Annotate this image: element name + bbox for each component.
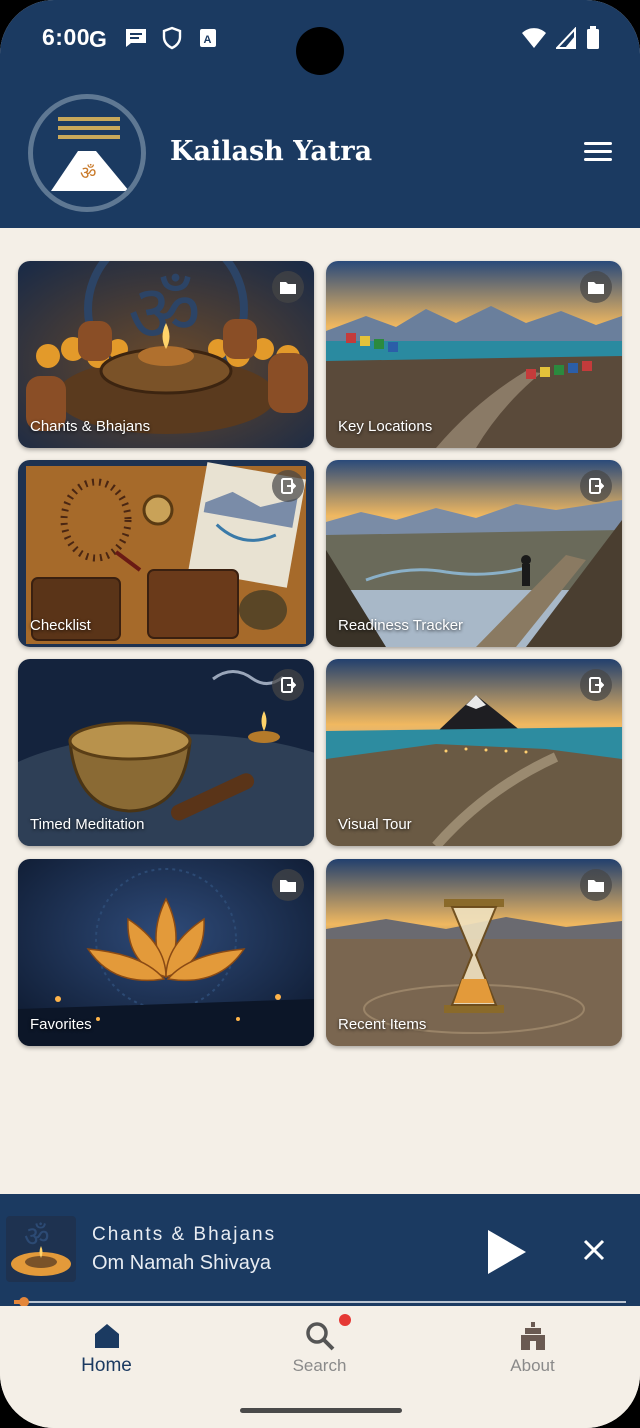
svg-text:G: G <box>89 26 107 50</box>
camera-cutout <box>296 27 344 75</box>
mini-player[interactable]: ॐ Chants & Bhajans Om Namah Shivaya <box>0 1194 640 1307</box>
status-time: 6:00 <box>42 24 91 50</box>
tile-recent-items[interactable]: Recent Items <box>326 859 622 1046</box>
nav-label: Home <box>81 1355 132 1376</box>
shield-icon <box>160 26 184 50</box>
home-gesture-bar[interactable] <box>240 1408 402 1413</box>
now-playing-artwork: ॐ <box>6 1216 76 1282</box>
app-logo: ॐ <box>28 94 146 212</box>
notification-dot <box>339 1314 351 1326</box>
open-page-icon <box>580 470 612 502</box>
svg-text:ॐ: ॐ <box>24 1220 50 1253</box>
nav-about[interactable]: About <box>426 1306 639 1396</box>
close-icon[interactable] <box>580 1236 608 1264</box>
folder-icon <box>580 271 612 303</box>
menu-icon[interactable] <box>584 142 612 164</box>
open-page-icon <box>272 669 304 701</box>
now-playing-title: Om Namah Shivaya <box>92 1252 271 1274</box>
home-icon <box>94 1324 119 1348</box>
temple-icon <box>520 1322 545 1350</box>
app-title: Kailash Yatra <box>170 136 373 167</box>
app-header: 6:00 G A ॐ Kailash Yatra <box>0 0 640 228</box>
keyboard-a-icon: A <box>196 26 220 50</box>
google-icon: G <box>88 26 112 52</box>
tile-key-locations[interactable]: Key Locations <box>326 261 622 448</box>
tile-checklist[interactable]: Checklist <box>18 460 314 647</box>
tile-chants-bhajans[interactable]: ॐ Chants & Bhajans <box>18 261 314 448</box>
tile-label: Recent Items <box>338 1016 427 1033</box>
wifi-icon <box>522 27 546 53</box>
battery-icon <box>586 26 600 54</box>
nav-label: About <box>510 1356 555 1375</box>
tile-visual-tour[interactable]: Visual Tour <box>326 659 622 846</box>
notification-icons: G A <box>88 26 220 52</box>
tile-readiness-tracker[interactable]: Readiness Tracker <box>326 460 622 647</box>
playback-progress-bar[interactable] <box>14 1297 626 1307</box>
tile-timed-meditation[interactable]: Timed Meditation <box>18 659 314 846</box>
system-icons <box>522 26 600 54</box>
nav-search[interactable]: Search <box>213 1306 426 1396</box>
folder-icon <box>580 869 612 901</box>
tile-label: Checklist <box>30 617 91 634</box>
folder-icon <box>272 869 304 901</box>
signal-icon <box>554 26 576 53</box>
svg-text:ॐ: ॐ <box>80 163 96 184</box>
message-icon <box>124 26 148 50</box>
play-icon[interactable] <box>486 1228 528 1276</box>
nav-home[interactable]: Home <box>0 1306 213 1396</box>
open-page-icon <box>272 470 304 502</box>
tile-label: Chants & Bhajans <box>30 418 151 435</box>
now-playing-category: Chants & Bhajans <box>92 1224 277 1245</box>
status-bar: 6:00 G A <box>0 0 640 78</box>
folder-icon <box>272 271 304 303</box>
app-screen: 6:00 G A ॐ Kailash Yatra ॐ Chants & Bhaj… <box>0 0 640 1428</box>
nav-label: Search <box>292 1356 347 1375</box>
tile-label: Key Locations <box>338 418 433 435</box>
tile-label: Timed Meditation <box>30 816 145 833</box>
open-page-icon <box>580 669 612 701</box>
search-icon <box>305 1322 334 1351</box>
svg-text:A: A <box>204 34 212 46</box>
tile-favorites[interactable]: Favorites <box>18 859 314 1046</box>
tile-label: Readiness Tracker <box>338 617 464 634</box>
tile-label: Visual Tour <box>338 816 412 833</box>
tile-label: Favorites <box>30 1016 92 1033</box>
